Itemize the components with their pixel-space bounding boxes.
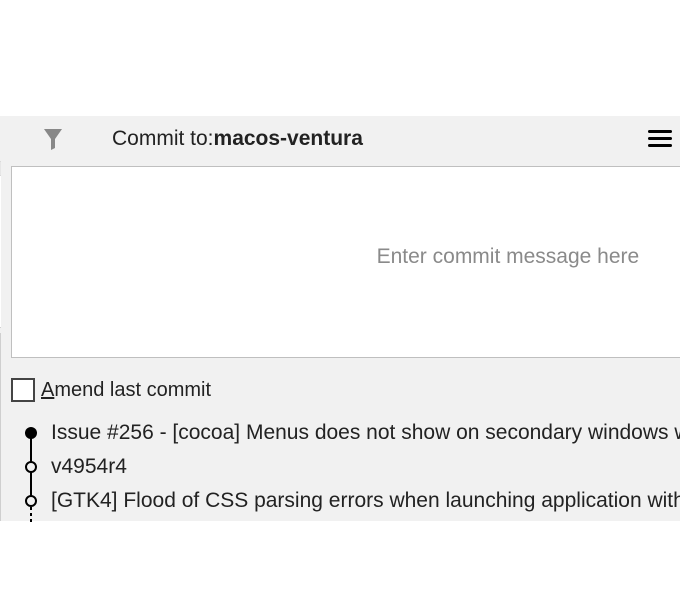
filter-button[interactable] — [0, 116, 106, 161]
menu-button[interactable] — [640, 116, 680, 161]
history-row[interactable]: Issue #256 - [cocoa] Menus does not show… — [11, 416, 680, 450]
history-row[interactable]: [GTK4] Flood of CSS parsing errors when … — [11, 484, 680, 518]
header-bar: Commit to: macos-ventura — [0, 116, 680, 161]
history-text: Issue #256 - [cocoa] Menus does not show… — [51, 421, 680, 445]
commit-controls: Amend last commit Push Commit — [11, 358, 680, 412]
top-spacer — [0, 0, 680, 116]
branch-name: macos-ventura — [214, 127, 363, 151]
funnel-icon — [43, 128, 63, 150]
hamburger-icon — [648, 129, 672, 149]
commit-history: Issue #256 - [cocoa] Menus does not show… — [11, 412, 680, 518]
commit-message-input[interactable] — [12, 167, 680, 357]
amend-label: Amend last commit — [41, 379, 211, 402]
history-row[interactable]: v4954r4 — [11, 450, 680, 484]
commit-to-label: Commit to: — [106, 127, 214, 151]
amend-checkbox[interactable] — [11, 378, 35, 402]
history-text: v4954r4 — [51, 455, 680, 479]
commit-panel: ˄ ˅ Amend last commit Push Commit Issue … — [1, 161, 680, 521]
commit-message-box: ˄ ˅ — [11, 166, 680, 358]
history-text: [GTK4] Flood of CSS parsing errors when … — [51, 489, 680, 513]
